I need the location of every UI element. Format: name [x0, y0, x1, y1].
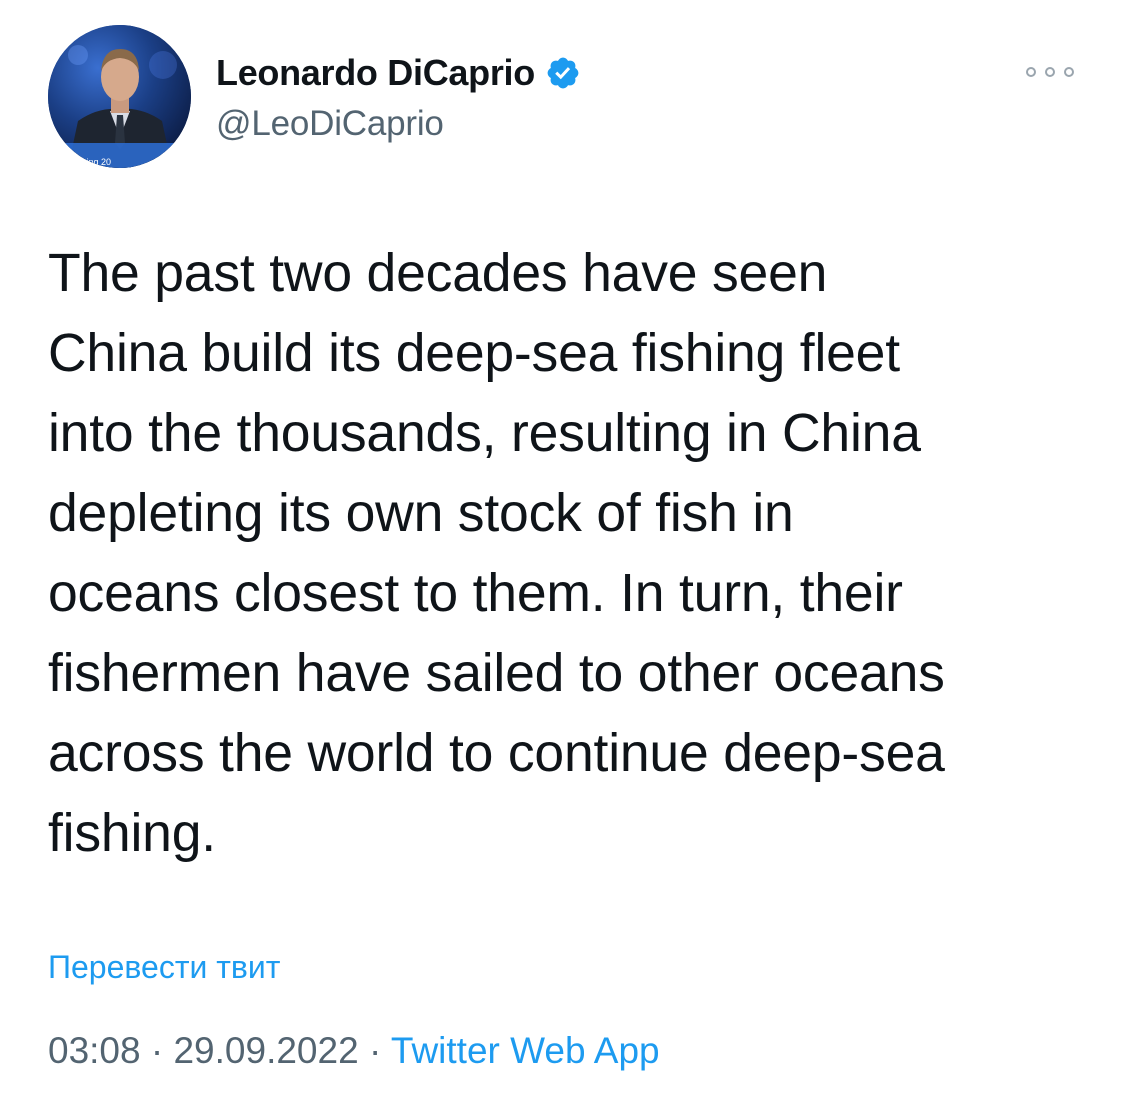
tweet-source-link[interactable]: Twitter Web App [391, 1030, 660, 1071]
dot-icon [1045, 67, 1055, 77]
tweet-time[interactable]: 03:08 [48, 1030, 141, 1071]
meta-separator: · [150, 1030, 164, 1071]
avatar-banner-text: ual Meeting 20 [52, 157, 111, 167]
translate-tweet-link[interactable]: Перевести твит [48, 949, 280, 986]
meta-separator: · [368, 1030, 382, 1071]
name-row: Leonardo DiCaprio [216, 50, 581, 96]
verified-badge-icon [545, 55, 581, 91]
display-name[interactable]: Leonardo DiCaprio [216, 52, 535, 94]
tweet-text: The past two decades have seen China bui… [48, 244, 945, 863]
tweet-date[interactable]: 29.09.2022 [173, 1030, 358, 1071]
dot-icon [1026, 67, 1036, 77]
user-handle[interactable]: @LeoDiCaprio [216, 104, 581, 144]
author-block: Leonardo DiCaprio @LeoDiCaprio [216, 50, 581, 144]
dot-icon [1064, 67, 1074, 77]
avatar[interactable]: ual Meeting 20 [48, 25, 191, 168]
tweet-metadata: 03:08 · 29.09.2022 · Twitter Web App [48, 1030, 660, 1072]
more-options-icon[interactable] [1026, 58, 1074, 86]
tweet-detail: ual Meeting 20 Leonardo DiCaprio @LeoDiC… [0, 0, 1125, 1106]
